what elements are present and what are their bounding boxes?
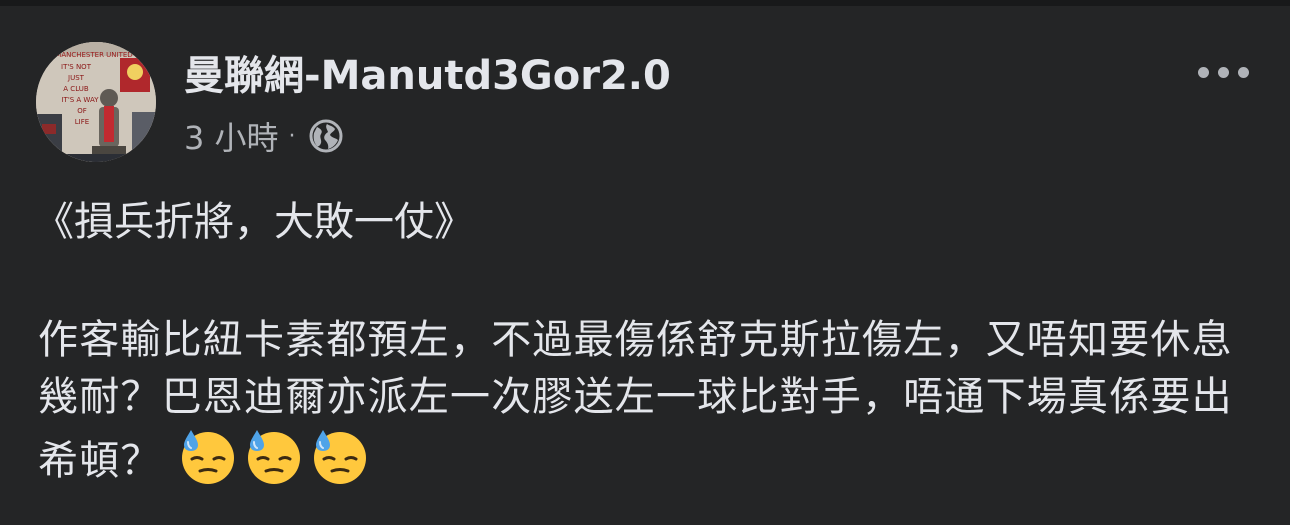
avatar-image: MANCHESTER UNITED IT'S NOT JUST A CLUB I…: [36, 42, 156, 162]
avatar-text-line: JUST: [67, 74, 85, 82]
avatar[interactable]: MANCHESTER UNITED IT'S NOT JUST A CLUB I…: [36, 42, 156, 162]
post-title: 《損兵折將，大敗一仗》: [34, 199, 474, 245]
avatar-text-line: OF: [77, 107, 87, 115]
downcast-face-with-sweat-icon: [181, 430, 234, 484]
downcast-face-with-sweat-icon: [313, 430, 366, 484]
post-body: 作客輸比紐卡素都預左，不過最傷係舒克斯拉傷左，又唔知要休息幾耐？巴恩迪爾亦派左一…: [38, 312, 1260, 490]
meta-separator: ·: [288, 123, 296, 149]
more-options-button[interactable]: [1190, 54, 1256, 90]
globe-icon[interactable]: [308, 118, 344, 154]
more-options-icon: [1237, 66, 1249, 78]
top-divider: [0, 0, 1290, 6]
post-timestamp[interactable]: 3 小時: [184, 113, 279, 159]
post-meta: 3 小時 ·: [184, 114, 344, 158]
emoji-row: [178, 426, 370, 486]
avatar-text-line: IT'S A WAY: [61, 96, 99, 104]
avatar-text-line: LIFE: [75, 118, 89, 126]
avatar-text-line: IT'S NOT: [61, 63, 92, 71]
avatar-text-line: A CLUB: [63, 85, 89, 93]
more-options-icon: [1217, 66, 1229, 78]
more-options-icon: [1197, 66, 1209, 78]
downcast-face-with-sweat-icon: [247, 430, 300, 484]
avatar-text-line: MANCHESTER UNITED: [55, 51, 132, 59]
author-name[interactable]: 曼聯網-Manutd3Gor2.0: [184, 48, 671, 104]
